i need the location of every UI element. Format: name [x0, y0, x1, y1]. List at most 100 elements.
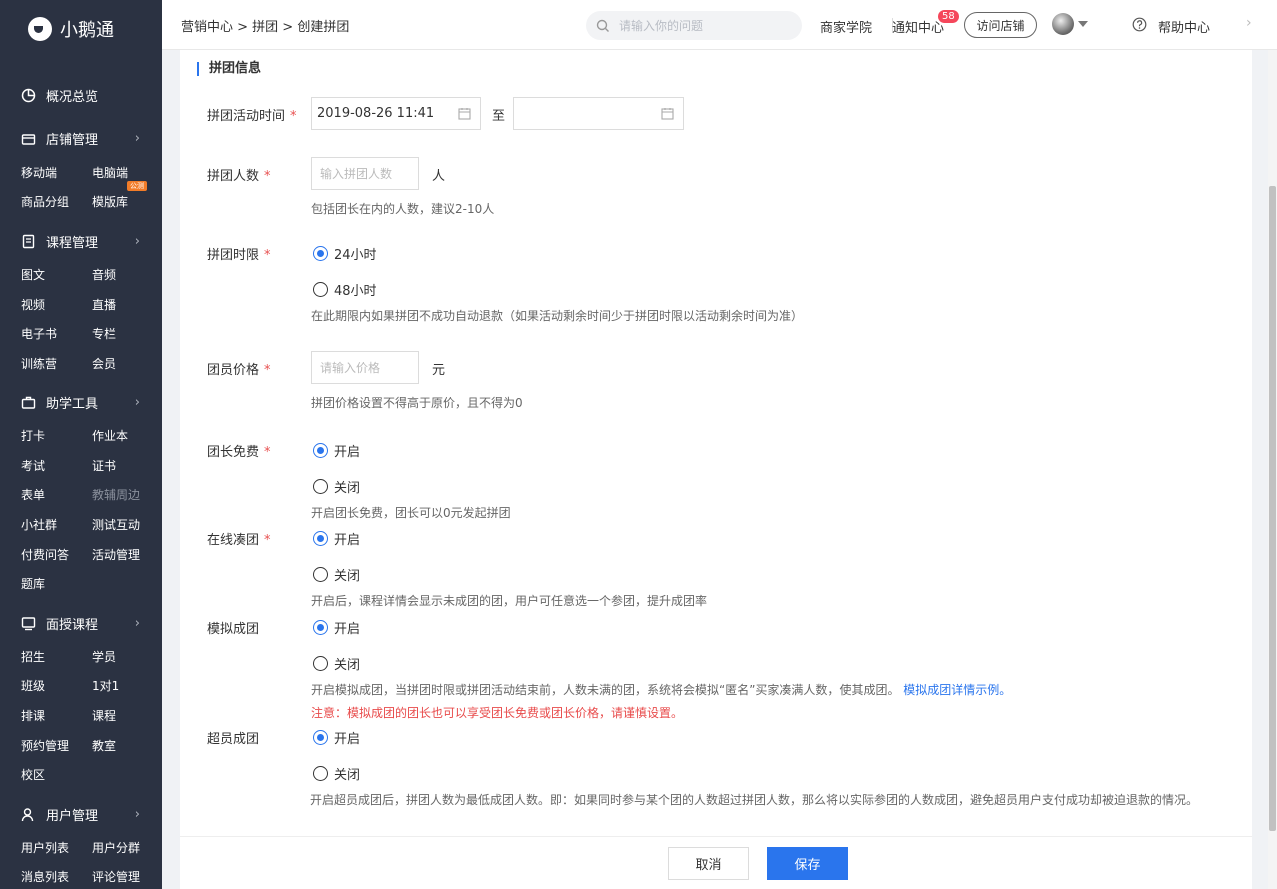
sidebar-item[interactable]: 打卡	[21, 427, 45, 444]
chevron-right-icon: ›	[134, 130, 140, 146]
online-hint: 开启后，课程详情会显示未成团的团，用户可任意选一个参团，提升成团率	[311, 594, 708, 608]
sidebar-item-overview[interactable]: 概况总览	[0, 81, 162, 109]
leader-free-on-radio[interactable]: 开启	[313, 441, 360, 460]
sidebar-item[interactable]: 招生	[21, 648, 45, 665]
sidebar-item[interactable]: 证书	[92, 457, 116, 474]
sidebar-item[interactable]: 视频	[21, 296, 45, 313]
limit-48h-radio[interactable]: 48小时	[313, 280, 377, 299]
sidebar-item[interactable]: 预约管理	[21, 737, 69, 754]
required-mark: *	[264, 248, 271, 263]
start-time-picker[interactable]: 2019-08-26 11:41	[311, 97, 481, 130]
sidebar-item[interactable]: 电子书	[21, 325, 57, 342]
limit-label: 拼团时限 *	[207, 244, 271, 263]
sidebar-group-course[interactable]: 课程管理 ›	[0, 227, 162, 255]
sidebar-item[interactable]: 1对1	[92, 677, 119, 694]
calendar-icon	[458, 108, 471, 120]
notice-count-badge: 58	[938, 10, 959, 23]
sidebar-item[interactable]: 班级	[21, 677, 45, 694]
sidebar-group-label: 用户管理	[46, 808, 99, 824]
simulate-off-radio[interactable]: 关闭	[313, 654, 360, 673]
sidebar-group-users[interactable]: 用户管理 ›	[0, 800, 162, 828]
logo-icon	[28, 17, 52, 41]
academy-link[interactable]: 商家学院	[820, 17, 872, 36]
online-on-radio[interactable]: 开启	[313, 529, 360, 548]
form-panel: 拼团信息 拼团活动时间 * 2019-08-26 11:41 至 拼团人数 * 输入…	[180, 50, 1252, 836]
sidebar-item[interactable]: 课程	[92, 707, 116, 724]
sidebar-item[interactable]: 评论管理	[92, 868, 140, 885]
chevron-right-icon: ›	[134, 806, 140, 822]
price-unit: 元	[432, 363, 446, 378]
classroom-icon	[21, 616, 36, 631]
sidebar-item[interactable]: 题库	[21, 575, 45, 592]
chevron-right-icon: ›	[134, 394, 140, 410]
simulate-example-link[interactable]: 模拟成团详情示例。	[903, 683, 1011, 697]
app-name: 小鹅通	[60, 20, 114, 41]
sidebar-item[interactable]: 作业本	[92, 427, 128, 444]
sidebar-item[interactable]: 教室	[92, 737, 116, 754]
sidebar-item[interactable]: 专栏	[92, 325, 116, 342]
radio-label: 关闭	[334, 481, 361, 496]
scrollbar[interactable]	[1268, 50, 1277, 889]
sidebar-item[interactable]: 用户列表	[21, 839, 69, 856]
avatar[interactable]	[1052, 13, 1074, 35]
breadcrumb[interactable]: 营销中心 > 拼团 > 创建拼团	[181, 16, 349, 35]
chevron-right-icon[interactable]: ›	[1246, 15, 1252, 31]
leader-free-hint: 开启团长免费，团长可以0元发起拼团	[311, 506, 511, 520]
sidebar-item[interactable]: 音频	[92, 266, 116, 283]
sidebar-item[interactable]: 表单	[21, 486, 45, 503]
sidebar-item[interactable]: 商品分组	[21, 193, 69, 210]
end-time-picker[interactable]	[513, 97, 684, 130]
sidebar-item[interactable]: 活动管理	[92, 546, 140, 563]
sidebar-item[interactable]: 直播	[92, 296, 116, 313]
sidebar-item[interactable]: 消息列表	[21, 868, 69, 885]
logo[interactable]: 小鹅通	[0, 0, 162, 58]
radio-circle-checked	[313, 246, 328, 261]
sidebar-group-offline[interactable]: 面授课程 ›	[0, 609, 162, 637]
sidebar-group-tools[interactable]: 助学工具 ›	[0, 388, 162, 416]
radio-label: 开启	[334, 622, 361, 637]
sidebar-item[interactable]: 校区	[21, 766, 45, 783]
radio-label: 关闭	[334, 658, 361, 673]
sidebar-item[interactable]: 用户分群	[92, 839, 140, 856]
simulate-on-radio[interactable]: 开启	[313, 618, 360, 637]
price-input[interactable]: 请输入价格	[311, 351, 419, 384]
sidebar-item[interactable]: 考试	[21, 457, 45, 474]
sidebar-item[interactable]: 模版库	[92, 193, 128, 210]
visit-store-button[interactable]: 访问店铺	[964, 12, 1037, 38]
sidebar-item[interactable]: 付费问答	[21, 546, 69, 563]
sidebar-item[interactable]: 测试互动	[92, 516, 140, 533]
online-off-radio[interactable]: 关闭	[313, 565, 360, 584]
sidebar: 小鹅通 概况总览 店铺管理 › 移动端 电脑端 商品分组 模版库 公测 课程管理…	[0, 0, 162, 889]
help-icon	[1132, 17, 1147, 32]
notice-link[interactable]: 通知中心	[892, 17, 944, 36]
leader-free-off-radio[interactable]: 关闭	[313, 477, 360, 496]
cancel-button[interactable]: 取消	[668, 847, 749, 880]
sidebar-item[interactable]: 训练营	[21, 355, 57, 372]
radio-label: 24小时	[334, 248, 377, 263]
price-hint: 拼团价格设置不得高于原价，且不得为0	[311, 396, 523, 410]
sidebar-item-label: 概况总览	[46, 89, 99, 105]
book-icon	[21, 234, 36, 249]
over-on-radio[interactable]: 开启	[313, 728, 360, 747]
online-group-label: 在线凑团 *	[207, 529, 271, 548]
sidebar-group-store[interactable]: 店铺管理 ›	[0, 124, 162, 152]
help-link[interactable]: 帮助中心	[1158, 17, 1210, 36]
simulate-hint-text: 开启模拟成团，当拼团时限或拼团活动结束前，人数未满的团，系统将会模拟“匿名”买家…	[311, 683, 900, 697]
caret-down-icon[interactable]	[1078, 21, 1088, 27]
radio-circle	[313, 766, 328, 781]
limit-24h-radio[interactable]: 24小时	[313, 244, 377, 263]
sidebar-item[interactable]: 电脑端	[92, 164, 128, 181]
sidebar-item[interactable]: 小社群	[21, 516, 57, 533]
sidebar-item[interactable]: 图文	[21, 266, 45, 283]
sidebar-item[interactable]: 排课	[21, 707, 45, 724]
sidebar-item-disabled: 教辅周边	[92, 488, 141, 502]
sidebar-item[interactable]: 会员	[92, 355, 116, 372]
group-size-input[interactable]: 输入拼团人数	[311, 157, 419, 190]
sidebar-item[interactable]: 移动端	[21, 164, 57, 181]
scrollbar-thumb[interactable]	[1269, 186, 1276, 831]
over-off-radio[interactable]: 关闭	[313, 764, 360, 783]
required-mark: *	[290, 109, 297, 124]
sidebar-item[interactable]: 学员	[92, 648, 116, 665]
save-button[interactable]: 保存	[767, 847, 848, 880]
search-input[interactable]: 请输入你的问题	[586, 11, 802, 40]
